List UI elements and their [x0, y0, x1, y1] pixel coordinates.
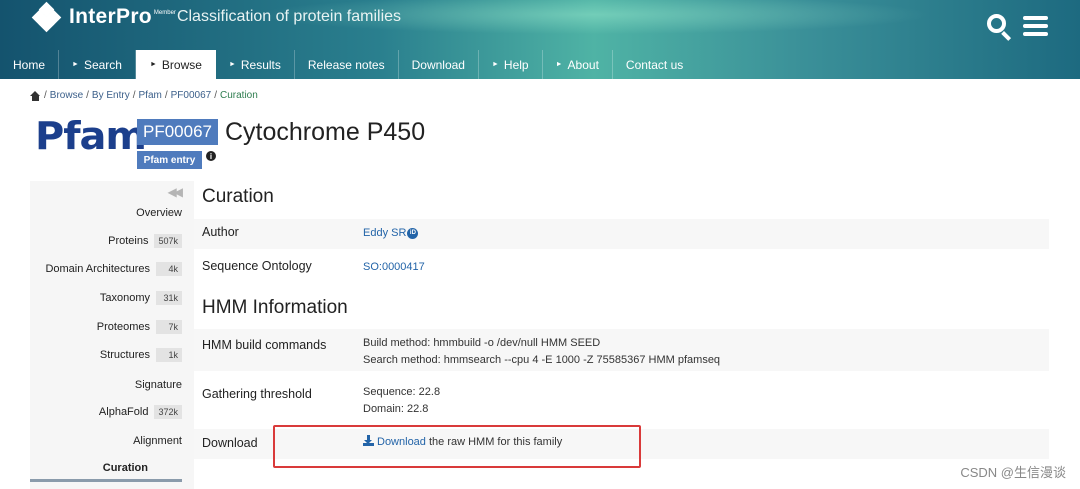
- nav-search-label: Search: [83, 57, 122, 72]
- menu-icon[interactable]: [1023, 14, 1048, 38]
- count-badge: 1k: [156, 348, 182, 362]
- sidebar-item-label: Structures: [99, 349, 150, 361]
- breadcrumb-pfam[interactable]: Pfam: [139, 90, 162, 101]
- nav-release-notes[interactable]: Release notes: [295, 50, 399, 79]
- brand-name: InterPro: [69, 5, 152, 28]
- nav-home[interactable]: Home: [0, 50, 60, 79]
- nav-browse-label: Browse: [161, 57, 202, 72]
- orcid-icon[interactable]: iD: [407, 227, 419, 239]
- threshold-domain: Domain: 22.8: [363, 403, 429, 415]
- nav-release-notes-label: Release notes: [307, 57, 385, 72]
- count-badge: 507k: [154, 234, 182, 248]
- gathering-threshold-label: Gathering threshold: [202, 387, 312, 401]
- count-badge: 7k: [156, 320, 182, 334]
- nav-arrow-icon: ►: [491, 61, 499, 68]
- main-nav: Home ► Search ► Browse ► Results Release no…: [0, 50, 696, 79]
- hmm-heading: HMM Information: [202, 297, 348, 318]
- breadcrumb-current: Curation: [220, 90, 258, 101]
- nav-home-label: Home: [13, 57, 46, 72]
- entry-type-badge: Pfam entry: [137, 151, 202, 169]
- nav-arrow-icon: ►: [555, 61, 563, 68]
- sidebar-item-label: Overview: [136, 207, 182, 219]
- gathering-threshold-row: Gathering threshold Sequence: 22.8 Domai…: [194, 378, 1049, 422]
- nav-about[interactable]: ► About: [543, 50, 613, 79]
- nav-arrow-icon: ►: [149, 61, 157, 68]
- sidebar-item-label: Proteins: [108, 235, 149, 247]
- sidebar-item-label: Domain Architectures: [45, 263, 150, 275]
- sidebar-item-domain-architectures[interactable]: Domain Architectures 4k: [45, 259, 182, 279]
- sidebar-item-label: Taxonomy: [99, 292, 150, 304]
- breadcrumb-separator: /: [132, 90, 136, 101]
- home-icon[interactable]: [30, 90, 41, 101]
- nav-download[interactable]: Download: [399, 50, 479, 79]
- sidebar-item-label: Proteomes: [96, 321, 150, 333]
- brand-subtitle: Classification of protein families: [176, 8, 402, 25]
- count-badge: 4k: [156, 262, 182, 276]
- nav-help[interactable]: ► Help: [479, 50, 543, 79]
- page-title: Cytochrome P450: [225, 118, 426, 146]
- interpro-logo[interactable]: InterPro Member Classification of protei…: [31, 1, 402, 33]
- entry-sidebar: ◀◀ Overview Proteins 507k Domain Archite…: [30, 181, 194, 489]
- watermark: CSDN @生信漫谈: [960, 465, 1066, 480]
- nav-browse[interactable]: ► Browse: [135, 50, 216, 79]
- nav-arrow-icon: ►: [72, 61, 79, 68]
- annotation-highlight-box: [273, 425, 641, 468]
- breadcrumb-separator: /: [44, 90, 47, 101]
- breadcrumb: / Browse / By Entry / Pfam / PF00067 / C…: [30, 90, 258, 101]
- sequence-ontology-row: Sequence Ontology SO:0000417: [194, 253, 1049, 283]
- accession-badge: PF00067: [137, 119, 218, 145]
- breadcrumb-separator: /: [164, 90, 168, 101]
- hmm-build-label: HMM build commands: [202, 338, 327, 352]
- breadcrumb-separator: /: [214, 90, 217, 101]
- nav-results[interactable]: ► Results: [216, 50, 295, 79]
- nav-results-label: Results: [240, 57, 281, 72]
- sidebar-item-overview[interactable]: Overview: [136, 203, 182, 223]
- breadcrumb-browse[interactable]: Browse: [50, 90, 83, 101]
- info-icon[interactable]: i: [206, 151, 216, 161]
- sidebar-item-label: Alignment: [133, 435, 182, 447]
- nav-contact-label: Contact us: [625, 57, 684, 72]
- sidebar-item-alignment[interactable]: Alignment: [133, 431, 182, 451]
- count-badge: 31k: [156, 291, 182, 305]
- sidebar-item-proteins[interactable]: Proteins 507k: [108, 231, 182, 251]
- sequence-ontology-link[interactable]: SO:0000417: [363, 261, 425, 273]
- author-label: Author: [202, 225, 239, 239]
- nav-help-label: Help: [503, 57, 529, 72]
- breadcrumb-accession[interactable]: PF00067: [171, 90, 212, 101]
- nav-arrow-icon: ►: [228, 61, 236, 68]
- site-header: InterPro Member Classification of protei…: [0, 0, 1080, 79]
- sidebar-item-alphafold[interactable]: AlphaFold 372k: [99, 402, 182, 422]
- pfam-logo: Pfam: [35, 114, 147, 158]
- sidebar-item-label: Curation: [102, 462, 148, 474]
- sidebar-item-curation[interactable]: Curation: [103, 458, 148, 478]
- breadcrumb-by-entry[interactable]: By Entry: [92, 90, 130, 101]
- sidebar-item-label: Signature: [134, 379, 182, 391]
- collapse-sidebar-icon[interactable]: ◀◀: [168, 185, 184, 199]
- active-indicator: [30, 479, 182, 482]
- search-icon[interactable]: [987, 14, 1013, 41]
- hmm-build-row: HMM build commands Build method: hmmbuil…: [194, 329, 1049, 371]
- nav-about-label: About: [567, 57, 599, 72]
- nav-contact[interactable]: Contact us: [613, 50, 696, 79]
- nav-download-label: Download: [411, 57, 465, 72]
- threshold-sequence: Sequence: 22.8: [363, 386, 441, 398]
- sidebar-item-taxonomy[interactable]: Taxonomy 31k: [100, 288, 182, 308]
- build-method-text: Build method: hmmbuild -o /dev/null HMM …: [363, 337, 601, 349]
- nav-search[interactable]: ► Search: [59, 50, 136, 79]
- author-link[interactable]: Eddy SR: [363, 227, 406, 239]
- sidebar-item-structures[interactable]: Structures 1k: [100, 345, 182, 365]
- interpro-diamond-icon: [31, 1, 62, 33]
- search-method-text: Search method: hmmsearch --cpu 4 -E 1000…: [363, 354, 721, 366]
- sidebar-item-label: AlphaFold: [98, 406, 149, 418]
- sidebar-item-signature[interactable]: Signature: [135, 375, 182, 395]
- breadcrumb-separator: /: [86, 90, 89, 101]
- author-row: Author Eddy SR iD: [194, 219, 1049, 249]
- curation-heading: Curation: [202, 186, 274, 207]
- count-badge: 372k: [154, 405, 182, 419]
- sidebar-item-proteomes[interactable]: Proteomes 7k: [97, 317, 182, 337]
- sequence-ontology-label: Sequence Ontology: [202, 259, 312, 273]
- member-label: Member: [153, 10, 176, 16]
